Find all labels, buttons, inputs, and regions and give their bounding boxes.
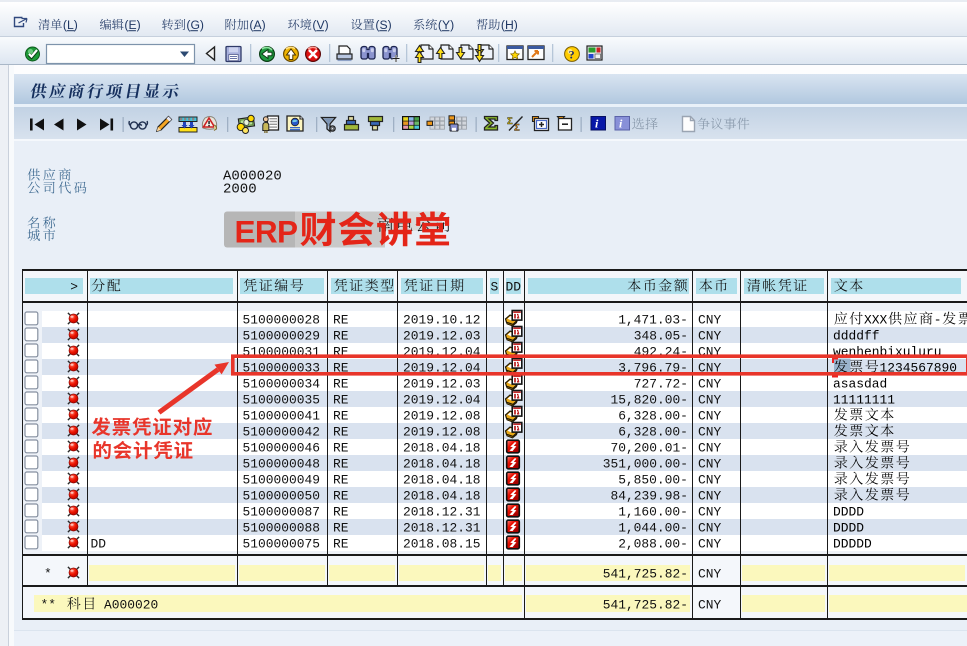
- svg-text:348.05-: 348.05-: [634, 329, 688, 344]
- svg-text:S: S: [491, 280, 499, 295]
- svg-text:(H): (H): [501, 18, 518, 32]
- svg-text:1,471.03-: 1,471.03-: [618, 313, 688, 328]
- svg-text:5100000075: 5100000075: [243, 537, 321, 552]
- svg-text:CNY: CNY: [698, 409, 721, 424]
- svg-text:2,088.00-: 2,088.00-: [618, 537, 688, 552]
- svg-text:5100000029: 5100000029: [243, 329, 321, 344]
- svg-text:XXX: XXX: [864, 313, 887, 328]
- svg-text:Σ: Σ: [507, 116, 513, 127]
- svg-text:CNY: CNY: [698, 505, 721, 520]
- svg-text:RE: RE: [333, 329, 349, 344]
- svg-text:RE: RE: [333, 441, 349, 456]
- svg-text:CNY: CNY: [698, 473, 721, 488]
- svg-text:84,239.98-: 84,239.98-: [611, 489, 689, 504]
- svg-text:RE: RE: [333, 425, 349, 440]
- svg-text:2019.10.12: 2019.10.12: [403, 313, 481, 328]
- svg-text:CNY: CNY: [698, 441, 721, 456]
- svg-text:2019.12.08: 2019.12.08: [403, 409, 481, 424]
- svg-text:5100000042: 5100000042: [243, 425, 321, 440]
- svg-text:RE: RE: [333, 537, 349, 552]
- svg-text:(A): (A): [249, 18, 265, 32]
- svg-text:5100000035: 5100000035: [243, 393, 321, 408]
- svg-text:CNY: CNY: [698, 393, 721, 408]
- svg-text:2019.12.03: 2019.12.03: [403, 377, 481, 392]
- svg-text:-: -: [934, 313, 942, 328]
- svg-text:(E): (E): [124, 18, 140, 32]
- svg-text:5100000034: 5100000034: [243, 377, 321, 392]
- svg-text:5100000088: 5100000088: [243, 521, 321, 536]
- svg-text:(V): (V): [312, 18, 328, 32]
- svg-text:RE: RE: [333, 313, 349, 328]
- svg-text:(L): (L): [63, 18, 78, 32]
- svg-text:6,328.00-: 6,328.00-: [618, 425, 688, 440]
- svg-text:15,820.00-: 15,820.00-: [611, 393, 689, 408]
- svg-text:70,200.01-: 70,200.01-: [611, 441, 689, 456]
- svg-text:RE: RE: [333, 393, 349, 408]
- svg-text:5100000048: 5100000048: [243, 457, 321, 472]
- svg-text:2018.04.18: 2018.04.18: [403, 441, 481, 456]
- svg-text:DD: DD: [506, 280, 522, 295]
- svg-text:CNY: CNY: [698, 567, 721, 582]
- svg-text:2018.04.18: 2018.04.18: [403, 457, 481, 472]
- svg-text:11111111: 11111111: [833, 393, 895, 408]
- svg-text:CNY: CNY: [698, 457, 721, 472]
- svg-text:CNY: CNY: [698, 425, 721, 440]
- svg-text:?: ?: [569, 48, 575, 62]
- svg-text:CNY: CNY: [698, 598, 721, 613]
- svg-text:5100000041: 5100000041: [243, 409, 321, 424]
- svg-text:6,328.00-: 6,328.00-: [618, 409, 688, 424]
- svg-text:DD: DD: [91, 537, 107, 552]
- svg-text:541,725.82-: 541,725.82-: [603, 567, 688, 582]
- svg-text:CNY: CNY: [698, 521, 721, 536]
- svg-text:CNY: CNY: [698, 489, 721, 504]
- svg-text:2018.12.31: 2018.12.31: [403, 521, 481, 536]
- svg-text:DDDD: DDDD: [833, 521, 864, 536]
- svg-text:A000020: A000020: [104, 598, 158, 613]
- svg-text:2018.12.31: 2018.12.31: [403, 505, 481, 520]
- svg-text:5100000049: 5100000049: [243, 473, 321, 488]
- svg-text:CNY: CNY: [698, 329, 721, 344]
- svg-text:>: >: [70, 280, 78, 295]
- svg-text:DDDDD: DDDDD: [833, 537, 872, 552]
- svg-text:541,725.82-: 541,725.82-: [603, 598, 688, 613]
- svg-text:727.72-: 727.72-: [634, 377, 688, 392]
- svg-text:5100000046: 5100000046: [243, 441, 321, 456]
- svg-text:5100000087: 5100000087: [243, 505, 321, 520]
- svg-text:1,044.00-: 1,044.00-: [618, 521, 688, 536]
- svg-text:ERP: ERP: [235, 214, 298, 250]
- svg-text:RE: RE: [333, 489, 349, 504]
- svg-text:(G): (G): [186, 18, 204, 32]
- svg-text:1,160.00-: 1,160.00-: [618, 505, 688, 520]
- svg-text:(S): (S): [375, 18, 391, 32]
- svg-text:RE: RE: [333, 409, 349, 424]
- svg-text:RE: RE: [333, 505, 349, 520]
- svg-text:2018.04.18: 2018.04.18: [403, 489, 481, 504]
- svg-text:CNY: CNY: [698, 377, 721, 392]
- svg-text:(Y): (Y): [438, 18, 454, 32]
- svg-text:351,000.00-: 351,000.00-: [603, 457, 688, 472]
- svg-text:5100000028: 5100000028: [243, 313, 321, 328]
- svg-text:RE: RE: [333, 521, 349, 536]
- svg-text:5,850.00-: 5,850.00-: [618, 473, 688, 488]
- svg-text:*: *: [44, 567, 52, 582]
- svg-text:RE: RE: [333, 377, 349, 392]
- svg-text:2000: 2000: [223, 182, 257, 198]
- svg-text:**: **: [41, 598, 57, 613]
- svg-text:ddddff: ddddff: [833, 329, 880, 344]
- svg-text:RE: RE: [333, 473, 349, 488]
- svg-text:2019.12.03: 2019.12.03: [403, 329, 481, 344]
- svg-text:asasdad: asasdad: [833, 377, 887, 392]
- svg-text:2019.12.04: 2019.12.04: [403, 393, 481, 408]
- svg-text:5100000050: 5100000050: [243, 489, 321, 504]
- svg-text:2018.08.15: 2018.08.15: [403, 537, 481, 552]
- svg-text:DDDD: DDDD: [833, 505, 864, 520]
- svg-text:2018.04.18: 2018.04.18: [403, 473, 481, 488]
- svg-text:CNY: CNY: [698, 537, 721, 552]
- svg-text:CNY: CNY: [698, 313, 721, 328]
- svg-text:2019.12.08: 2019.12.08: [403, 425, 481, 440]
- svg-text:RE: RE: [333, 457, 349, 472]
